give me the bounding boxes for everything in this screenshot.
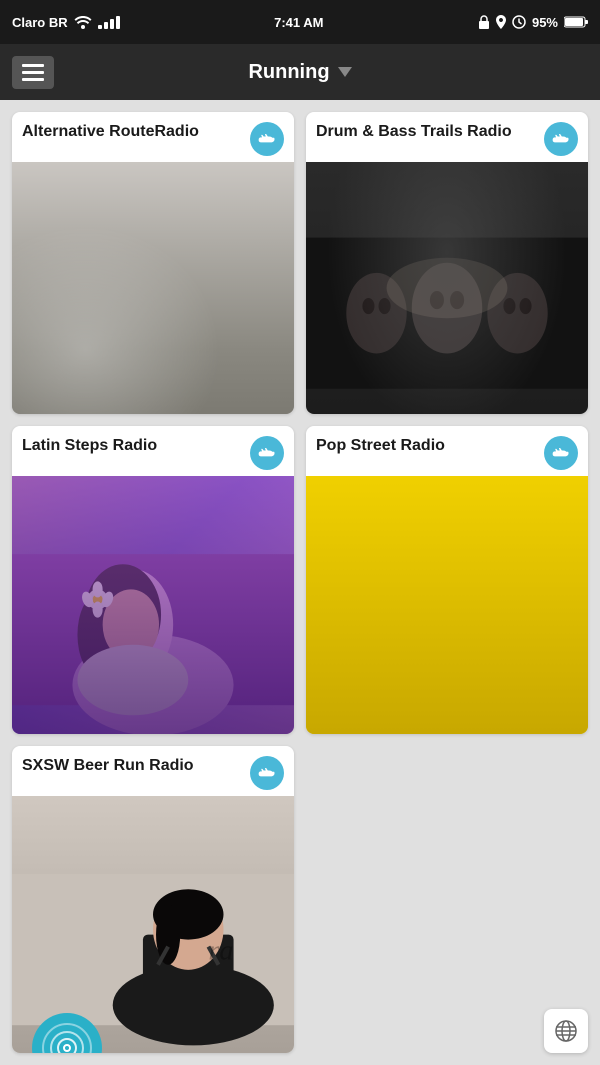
shoe-icon-2 bbox=[551, 129, 571, 149]
radio-wave-4 bbox=[42, 1023, 92, 1053]
card-header-pop-street: Pop Street Radio bbox=[306, 426, 588, 476]
clock-icon bbox=[512, 15, 526, 29]
alt-route-illustration bbox=[12, 162, 294, 414]
card-grid: Alternative RouteRadio bbox=[0, 100, 600, 1065]
menu-line-2 bbox=[22, 71, 44, 74]
header-title-group: Running bbox=[248, 61, 351, 84]
card-image-drum-bass bbox=[306, 162, 588, 414]
time-display: 7:41 AM bbox=[274, 15, 323, 30]
shoe-icon-4 bbox=[551, 443, 571, 463]
card-image-pop-street: I'M IN MIAMI bbox=[306, 476, 588, 733]
shoe-icon-5 bbox=[257, 763, 277, 783]
menu-line-3 bbox=[22, 78, 44, 81]
running-badge-sxsw bbox=[250, 756, 284, 790]
card-latin-steps[interactable]: Latin Steps Radio bbox=[12, 426, 294, 733]
battery-icon bbox=[564, 16, 588, 28]
card-header-drum-bass: Drum & Bass Trails Radio bbox=[306, 112, 588, 162]
card-title-drum-bass: Drum & Bass Trails Radio bbox=[316, 122, 538, 141]
dropdown-arrow-icon[interactable] bbox=[338, 67, 352, 77]
globe-icon bbox=[554, 1019, 578, 1043]
carrier-label: Claro BR bbox=[12, 15, 68, 30]
location-icon bbox=[496, 15, 506, 29]
pop-illustration: I'M IN MIAMI bbox=[306, 476, 588, 733]
lock-icon bbox=[478, 15, 490, 29]
signal-icon bbox=[98, 16, 120, 29]
running-badge-alt-route bbox=[250, 122, 284, 156]
card-image-latin-steps bbox=[12, 476, 294, 733]
running-badge-drum-bass bbox=[544, 122, 578, 156]
card-header-latin-steps: Latin Steps Radio bbox=[12, 426, 294, 476]
running-badge-pop-street bbox=[544, 436, 578, 470]
shoe-icon-3 bbox=[257, 443, 277, 463]
header-title-text: Running bbox=[248, 61, 329, 84]
svg-text:I'M IN: I'M IN bbox=[462, 643, 483, 652]
svg-text:MIAMI: MIAMI bbox=[457, 655, 481, 664]
wifi-icon bbox=[74, 15, 92, 29]
drum-illustration bbox=[306, 162, 588, 414]
card-sxsw[interactable]: SXSW Beer Run Radio ra bbox=[12, 746, 294, 1053]
svg-text:ra: ra bbox=[208, 935, 233, 966]
card-image-sxsw: ra bbox=[12, 796, 294, 1053]
status-bar: Claro BR 7:41 AM 95% bbox=[0, 0, 600, 44]
status-left: Claro BR bbox=[12, 15, 120, 30]
card-title-latin-steps: Latin Steps Radio bbox=[22, 436, 244, 455]
menu-line-1 bbox=[22, 64, 44, 67]
radio-waves-icon bbox=[52, 1033, 82, 1053]
status-right: 95% bbox=[478, 15, 588, 30]
card-image-alt-route bbox=[12, 162, 294, 414]
card-header-alt-route: Alternative RouteRadio bbox=[12, 112, 294, 162]
running-badge-latin-steps bbox=[250, 436, 284, 470]
card-alt-route[interactable]: Alternative RouteRadio bbox=[12, 112, 294, 414]
card-title-pop-street: Pop Street Radio bbox=[316, 436, 538, 455]
card-title-alt-route: Alternative RouteRadio bbox=[22, 122, 244, 141]
card-header-sxsw: SXSW Beer Run Radio bbox=[12, 746, 294, 796]
shoe-icon bbox=[257, 129, 277, 149]
card-pop-street[interactable]: Pop Street Radio bbox=[306, 426, 588, 733]
header: Running bbox=[0, 44, 600, 100]
battery-label: 95% bbox=[532, 15, 558, 30]
globe-button[interactable] bbox=[544, 1009, 588, 1053]
card-title-sxsw: SXSW Beer Run Radio bbox=[22, 756, 244, 775]
menu-button[interactable] bbox=[12, 56, 54, 89]
latin-illustration bbox=[12, 476, 294, 733]
card-drum-bass[interactable]: Drum & Bass Trails Radio bbox=[306, 112, 588, 414]
